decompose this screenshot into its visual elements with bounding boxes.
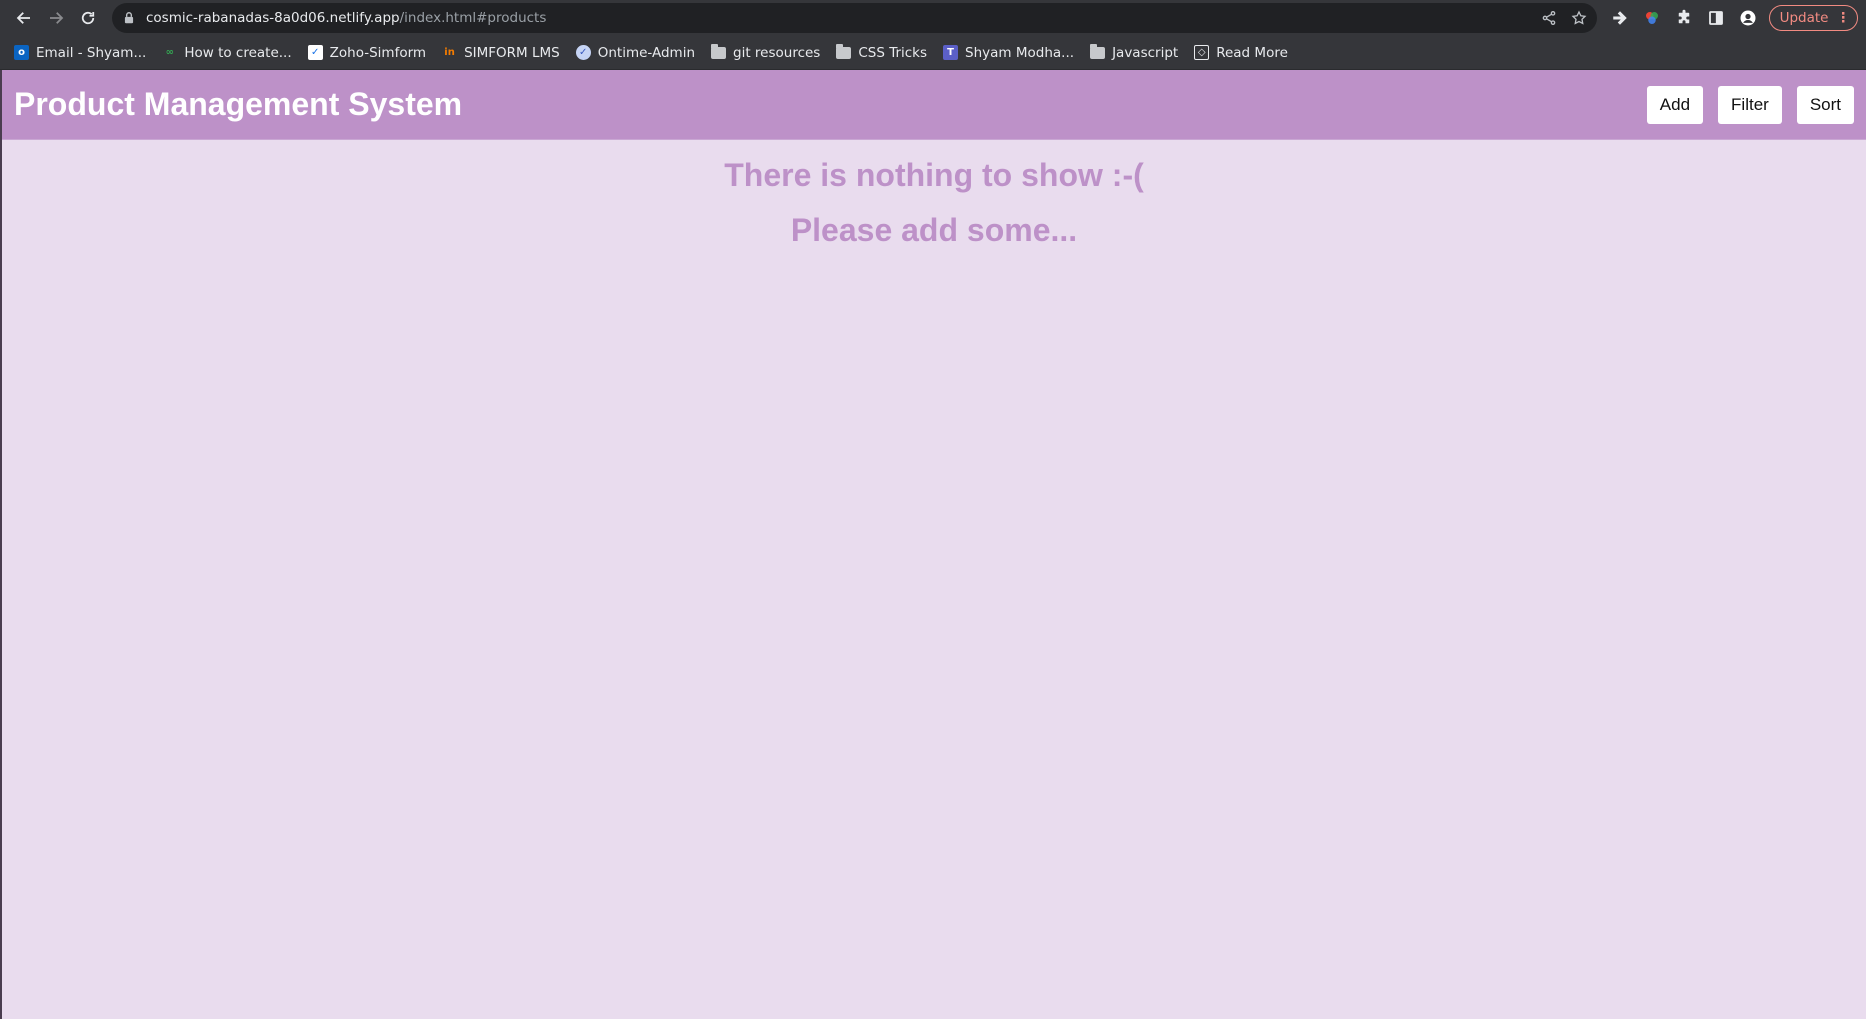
sort-button[interactable]: Sort xyxy=(1796,85,1854,124)
link-icon: ∞ xyxy=(165,47,174,58)
url-text: cosmic-rabanadas-8a0d06.netlify.app/inde… xyxy=(146,10,546,26)
browser-toolbar: cosmic-rabanadas-8a0d06.netlify.app/inde… xyxy=(0,0,1866,36)
bookmark-git-resources[interactable]: git resources xyxy=(711,43,821,61)
empty-state-message: There is nothing to show :-( xyxy=(724,157,1144,193)
url-host: cosmic-rabanadas-8a0d06.netlify.app xyxy=(146,10,400,26)
back-button[interactable] xyxy=(8,2,40,34)
bookmark-label: CSS Tricks xyxy=(858,44,928,61)
bookmark-label: Javascript xyxy=(1112,44,1179,61)
bookmark-email[interactable]: o Email - Shyam... xyxy=(14,45,146,61)
bookmark-label: SIMFORM LMS xyxy=(464,44,560,61)
bookmark-label: How to create... xyxy=(184,44,292,61)
side-panel-icon[interactable] xyxy=(1707,9,1725,27)
bookmarks-bar: o Email - Shyam... ∞ How to create... ✓ … xyxy=(0,36,1866,70)
kebab-menu-icon: ⋮ xyxy=(1836,10,1850,26)
address-bar[interactable]: cosmic-rabanadas-8a0d06.netlify.app/inde… xyxy=(112,3,1597,33)
bookmark-label: Zoho-Simform xyxy=(329,44,427,61)
bookmark-how-to-create[interactable]: ∞ How to create... xyxy=(162,44,292,61)
outlook-icon: o xyxy=(14,45,29,60)
update-label: Update xyxy=(1779,10,1829,26)
lock-icon xyxy=(124,12,134,24)
color-wheel-icon[interactable] xyxy=(1643,9,1661,27)
folder-icon xyxy=(711,43,727,59)
teams-icon: T xyxy=(943,45,959,60)
header-actions: Add Filter Sort xyxy=(1646,85,1854,124)
ontime-icon: ✓ xyxy=(575,45,591,60)
arrow-right-icon xyxy=(50,12,64,24)
bookmark-label: Shyam Modha... xyxy=(965,44,1075,61)
folder-icon xyxy=(836,43,852,59)
share-icon[interactable] xyxy=(1541,10,1557,26)
extension-arrow-icon[interactable] xyxy=(1611,9,1629,27)
profile-avatar-icon[interactable] xyxy=(1739,9,1757,27)
puzzle-icon[interactable] xyxy=(1675,9,1693,27)
empty-state-hint: Please add some... xyxy=(790,212,1078,248)
arrow-left-icon xyxy=(16,12,30,24)
zoho-icon: ✓ xyxy=(307,45,323,60)
url-path: /index.html#products xyxy=(399,10,547,26)
filter-button[interactable]: Filter xyxy=(1718,85,1782,124)
bookmark-label: Email - Shyam... xyxy=(36,44,147,61)
reload-button[interactable] xyxy=(72,2,104,34)
page-title: Product Management System xyxy=(14,86,463,122)
bookmark-shyam-modha[interactable]: T Shyam Modha... xyxy=(943,45,1074,61)
bookmark-read-more[interactable]: ◇ Read More xyxy=(1194,45,1288,61)
bookmark-label: Ontime-Admin xyxy=(597,44,696,61)
update-button[interactable]: Update ⋮ xyxy=(1768,5,1858,31)
lms-icon: in xyxy=(444,47,455,58)
page-viewport: Product Management System Add Filter Sor… xyxy=(0,70,1866,1019)
forward-button[interactable] xyxy=(40,2,72,34)
codepen-icon: ◇ xyxy=(1194,45,1210,60)
reload-icon xyxy=(81,11,95,25)
empty-state: There is nothing to show :-( Please add … xyxy=(2,157,1866,249)
bookmark-zoho-simform[interactable]: ✓ Zoho-Simform xyxy=(307,44,427,61)
bookmark-ontime-admin[interactable]: ✓ Ontime-Admin xyxy=(575,44,696,61)
bookmark-css-tricks[interactable]: CSS Tricks xyxy=(836,43,928,61)
star-icon[interactable] xyxy=(1571,10,1587,26)
bookmark-simform-lms[interactable]: in SIMFORM LMS xyxy=(442,44,560,61)
bookmark-label: Read More xyxy=(1216,44,1288,61)
bookmark-label: git resources xyxy=(733,44,821,61)
folder-icon xyxy=(1090,43,1106,59)
app-header: Product Management System Add Filter Sor… xyxy=(2,70,1866,140)
bookmark-javascript[interactable]: Javascript xyxy=(1090,43,1179,61)
add-button[interactable]: Add xyxy=(1646,85,1704,124)
